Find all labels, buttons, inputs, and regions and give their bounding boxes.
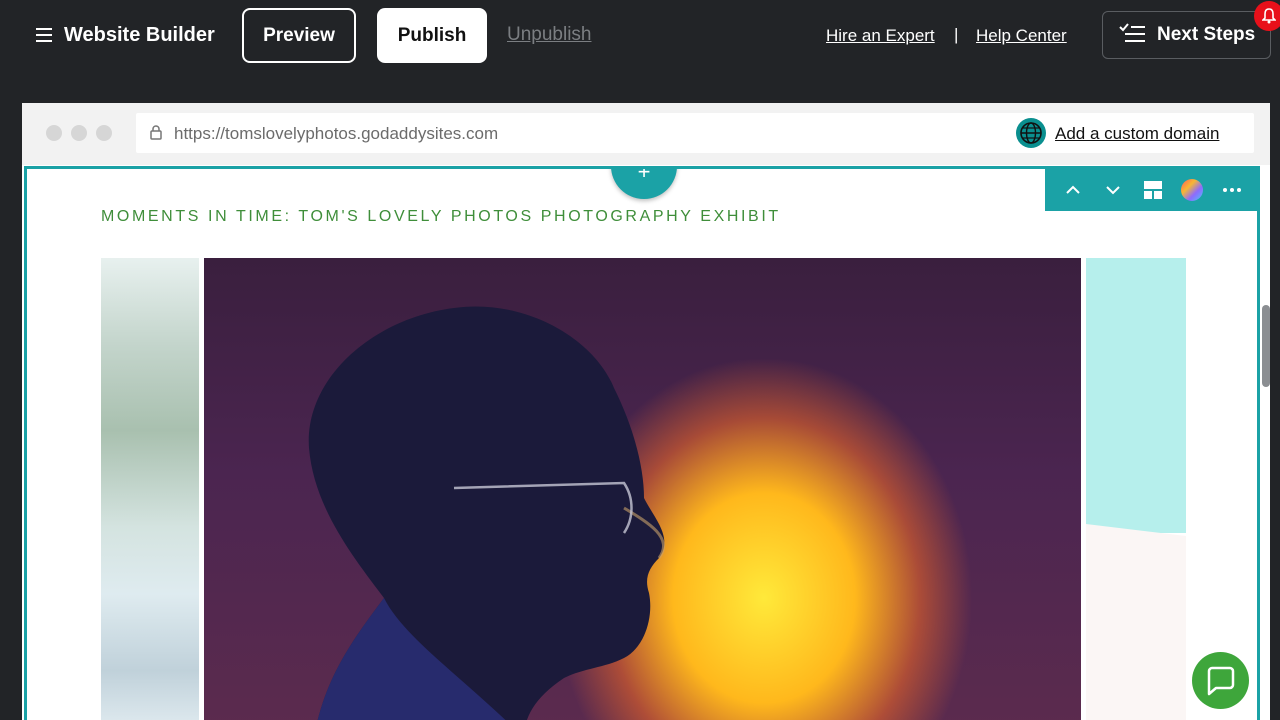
page-canvas[interactable]: + MOMENTS IN TIME: TOM'S LOVELY PHOTOS P… [24, 166, 1260, 720]
window-dot [46, 125, 62, 141]
app-title: Website Builder [64, 24, 215, 46]
add-custom-domain-link[interactable]: Add a custom domain [1055, 124, 1219, 144]
window-dot [96, 125, 112, 141]
color-palette-icon[interactable] [1180, 178, 1204, 202]
site-url: https://tomslovelyphotos.godaddysites.co… [174, 124, 499, 143]
layout-icon[interactable] [1141, 178, 1165, 202]
chat-button[interactable] [1192, 652, 1249, 709]
window-dot [71, 125, 87, 141]
unpublish-link[interactable]: Unpublish [507, 24, 592, 46]
gallery-image-right-top[interactable] [1086, 258, 1186, 533]
publish-button[interactable]: Publish [377, 8, 487, 63]
globe-icon[interactable] [1016, 118, 1046, 148]
gallery-image-portrait[interactable] [204, 258, 1081, 720]
browser-preview-frame: https://tomslovelyphotos.godaddysites.co… [22, 103, 1270, 720]
add-section-button[interactable]: + [611, 166, 677, 199]
url-bar: https://tomslovelyphotos.godaddysites.co… [136, 113, 1254, 153]
help-center-link[interactable]: Help Center [976, 26, 1067, 46]
plus-icon: + [637, 166, 651, 184]
portrait-silhouette [308, 306, 666, 720]
bell-icon [1262, 8, 1276, 24]
section-toolbar [1045, 169, 1257, 211]
chevron-up-icon[interactable] [1061, 178, 1085, 202]
notification-badge[interactable] [1254, 1, 1280, 31]
hire-expert-link[interactable]: Hire an Expert [826, 26, 935, 46]
chevron-down-icon[interactable] [1101, 178, 1125, 202]
hamburger-menu-icon[interactable] [36, 26, 54, 44]
browser-bar: https://tomslovelyphotos.godaddysites.co… [22, 103, 1270, 165]
header-separator: | [954, 25, 959, 44]
checklist-icon [1119, 23, 1145, 42]
top-bar: Website Builder Preview Publish Unpublis… [0, 0, 1280, 72]
scrollbar-thumb[interactable] [1262, 305, 1270, 387]
chat-icon [1207, 666, 1235, 696]
preview-button[interactable]: Preview [242, 8, 356, 63]
gallery-image-waterfall[interactable] [101, 258, 199, 720]
more-options-icon[interactable] [1220, 178, 1244, 202]
lock-icon [150, 125, 162, 140]
gallery-image-right-bottom[interactable] [1086, 524, 1186, 720]
section-title[interactable]: MOMENTS IN TIME: TOM'S LOVELY PHOTOS PHO… [101, 208, 781, 226]
